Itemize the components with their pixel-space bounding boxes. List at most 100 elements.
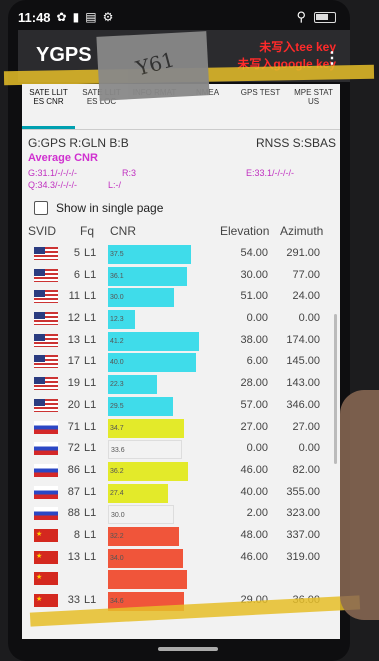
tab-mpe-status[interactable]: MPE STAT US (287, 84, 340, 129)
table-row: 5 L1 37.5 54.00 291.00 (22, 242, 340, 264)
cnr-bar: 36.2 (108, 461, 188, 481)
fq-cell: L1 (84, 398, 97, 411)
fq-cell: L1 (84, 312, 97, 325)
table-row: 88 L1 30.0 2.00 323.00 (22, 502, 340, 525)
elevation-cell: 27.00 (240, 420, 268, 433)
status-bar: 11:48 ✿ ▮ ▤ ⚙ ⚲ (18, 6, 336, 28)
elevation-cell: 57.00 (240, 398, 268, 411)
azimuth-cell: 346.00 (286, 398, 320, 411)
tab-gps-test[interactable]: GPS TEST (234, 84, 287, 129)
constellation-legend: G:GPS R:GLN B:B RNSS S:SBAS (28, 136, 336, 150)
svid-cell: 88 (67, 507, 80, 520)
azimuth-cell: 143.00 (286, 377, 320, 390)
fq-cell: L1 (84, 594, 97, 606)
main-content: SATE LLIT ES CNR SATE LLIT ES LOC INFO R… (22, 84, 340, 639)
fq-cell: L1 (84, 528, 97, 541)
svid-cell: 72 (67, 442, 80, 455)
battery-icon (314, 11, 336, 23)
elevation-cell: 48.00 (240, 528, 268, 541)
table-row: 11 L1 30.0 51.00 24.00 (22, 285, 340, 308)
fq-cell: L1 (84, 355, 97, 368)
single-page-checkbox[interactable] (34, 201, 48, 215)
finger-overlay (340, 390, 379, 620)
table-row: 71 L1 34.7 27.00 27.00 (22, 416, 340, 438)
cnr-bar: 30.0 (108, 288, 174, 308)
svid-cell: 86 (67, 463, 80, 476)
svid-cell: 20 (67, 398, 80, 411)
average-cnr-title: Average CNR (28, 152, 98, 164)
cnr-bar: 34.0 (108, 548, 183, 568)
elevation-cell: 0.00 (246, 312, 268, 325)
fq-cell: L1 (84, 247, 97, 259)
cnr-bar: 34.7 (108, 418, 184, 438)
azimuth-cell: 323.00 (286, 507, 320, 520)
fq-cell: L1 (84, 507, 97, 520)
fq-cell: L1 (84, 268, 97, 281)
table-row: 13 L1 41.2 38.00 174.00 (22, 329, 340, 351)
single-page-option[interactable]: Show in single page (34, 201, 163, 215)
azimuth-cell: 77.00 (292, 268, 320, 281)
table-row: 12 L1 12.3 0.00 0.00 (22, 307, 340, 330)
cnr-bar: 32.2 (108, 526, 179, 546)
location-status-icon: ⚲ (296, 9, 306, 24)
table-row: 13 L1 34.0 46.00 319.00 (22, 546, 340, 568)
elevation-cell: 46.00 (240, 550, 268, 563)
tab-satellites-cnr[interactable]: SATE LLIT ES CNR (22, 84, 75, 129)
cnr-bar: 12.3 (108, 310, 135, 330)
svid-cell: 19 (67, 377, 80, 390)
azimuth-cell: 0.00 (298, 312, 320, 325)
svid-cell: 13 (67, 550, 80, 563)
average-cnr-l: L:-/ (108, 180, 122, 190)
fq-cell: L1 (84, 485, 97, 498)
svid-cell: 13 (67, 333, 80, 346)
fq-cell: L1 (84, 377, 97, 390)
svid-cell: 33 (67, 594, 80, 606)
app-title: YGPS (36, 44, 92, 66)
svid-cell: 11 (68, 290, 80, 303)
table-row: 20 L1 29.5 57.00 346.00 (22, 394, 340, 416)
sync-status-icon: ⚙ (102, 10, 114, 24)
table-row: 87 L1 27.4 40.00 355.00 (22, 481, 340, 503)
azimuth-cell: 145.00 (286, 355, 320, 368)
cnr-bar: 29.5 (108, 396, 173, 416)
table-row: 8 L1 32.2 48.00 337.00 (22, 524, 340, 546)
elevation-cell: 46.00 (240, 463, 268, 476)
cnr-bar: 27.4 (108, 483, 168, 503)
average-cnr-gps: G:31.1/-/-/-/- (28, 168, 78, 178)
sim-status-icon: ▮ (72, 10, 80, 24)
table-row (22, 567, 340, 590)
flag-cn-icon (34, 572, 58, 586)
handwriting: Y61 (133, 47, 177, 81)
gesture-bar[interactable] (158, 647, 218, 651)
average-cnr-qzss: Q:34.3/-/-/-/- (28, 180, 78, 190)
fq-cell: L1 (84, 550, 97, 563)
elevation-cell: 28.00 (240, 377, 268, 390)
header-azimuth: Azimuth (280, 224, 324, 238)
scrollbar[interactable] (334, 314, 337, 464)
table-row: 72 L1 33.6 0.00 0.00 (22, 437, 340, 460)
average-cnr-galileo: E:33.1/-/-/-/- (246, 168, 295, 178)
svid-cell: 12 (67, 312, 80, 325)
azimuth-cell: 27.00 (292, 420, 320, 433)
cnr-bar: 33.6 (108, 440, 182, 460)
elevation-cell: 6.00 (246, 355, 268, 368)
cnr-bar: 40.0 (108, 353, 196, 373)
single-page-label: Show in single page (56, 201, 164, 215)
svid-cell: 17 (67, 355, 80, 368)
elevation-cell: 51.00 (240, 290, 268, 303)
azimuth-cell: 291.00 (286, 247, 320, 259)
elevation-cell: 2.00 (246, 507, 268, 520)
svid-cell: 87 (67, 485, 80, 498)
azimuth-cell: 0.00 (298, 442, 320, 455)
svid-cell: 71 (67, 420, 80, 433)
cnr-bar: 30.0 (108, 505, 174, 525)
cnr-bar (108, 570, 187, 590)
azimuth-cell: 355.00 (286, 485, 320, 498)
cnr-bar: 36.1 (108, 266, 187, 286)
azimuth-cell: 82.00 (292, 463, 320, 476)
constellation-legend-tail: RNSS S:SBAS (256, 136, 337, 150)
elevation-cell: 30.00 (240, 268, 268, 281)
azimuth-cell: 24.00 (292, 290, 320, 303)
header-cnr: CNR (110, 224, 136, 238)
table-row: 86 L1 36.2 46.00 82.00 (22, 459, 340, 481)
